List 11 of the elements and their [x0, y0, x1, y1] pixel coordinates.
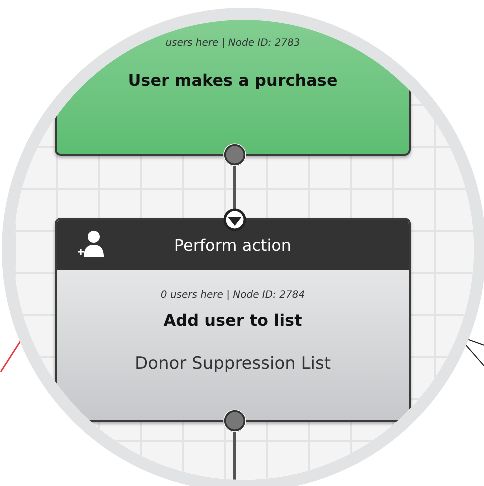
node-detail: Donor Suppression List	[134, 354, 332, 374]
output-port-icon[interactable]	[223, 409, 247, 433]
node-title: Add user to list	[162, 311, 304, 330]
output-port-icon[interactable]	[223, 143, 247, 167]
action-node[interactable]: Perform action 0 users here | Node ID: 2784 Add user to list Donor Suppression List	[55, 218, 411, 422]
trigger-node[interactable]: users here | Node ID: 2783 User makes a purchase	[55, 20, 411, 156]
node-meta: 0 users here | Node ID: 2784	[160, 290, 306, 301]
node-meta: users here | Node ID: 2783	[164, 38, 302, 49]
node-title: User makes a purchase	[127, 71, 339, 90]
add-user-icon	[77, 230, 107, 258]
node-header-title: Perform action	[174, 236, 292, 254]
